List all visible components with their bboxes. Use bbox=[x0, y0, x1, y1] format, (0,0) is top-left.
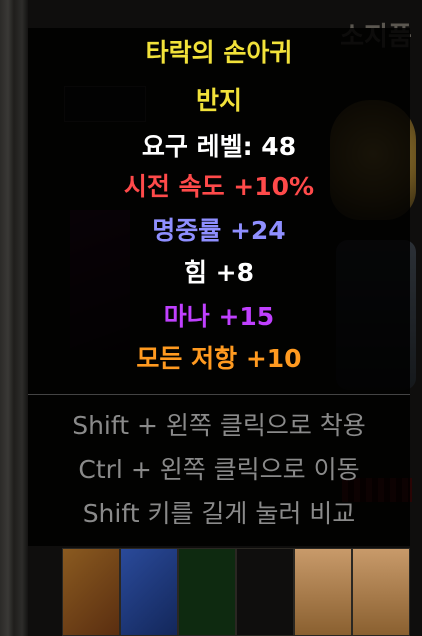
empty-inventory-slot[interactable] bbox=[236, 548, 294, 636]
attack-rating-stat: 명중률 +24 bbox=[152, 216, 286, 245]
equip-hint: Shift + 왼쪽 클릭으로 착용 bbox=[72, 411, 366, 440]
charm-item[interactable] bbox=[294, 548, 352, 636]
move-hint: Ctrl + 왼쪽 클릭으로 이동 bbox=[78, 455, 360, 484]
inventory-grid-row bbox=[62, 548, 422, 636]
tooltip-divider bbox=[28, 394, 410, 395]
cast-speed-stat: 시전 속도 +10% bbox=[123, 172, 315, 201]
item-type: 반지 bbox=[195, 86, 242, 115]
charm-item[interactable] bbox=[352, 548, 410, 636]
item-name: 타락의 손아귀 bbox=[145, 38, 293, 67]
tome-item[interactable] bbox=[120, 548, 178, 636]
strength-stat: 힘 +8 bbox=[183, 258, 255, 287]
tome-item[interactable] bbox=[62, 548, 120, 636]
mana-stat: 마나 +15 bbox=[163, 302, 275, 331]
compare-hint: Shift 키를 길게 눌러 비교 bbox=[82, 499, 356, 528]
item-tooltip: 타락의 손아귀 반지 요구 레벨: 48 시전 속도 +10% 명중률 +24 … bbox=[28, 28, 410, 546]
required-level: 요구 레벨: 48 bbox=[141, 132, 297, 161]
all-resist-stat: 모든 저항 +10 bbox=[136, 344, 302, 373]
ring-item[interactable] bbox=[178, 548, 236, 636]
